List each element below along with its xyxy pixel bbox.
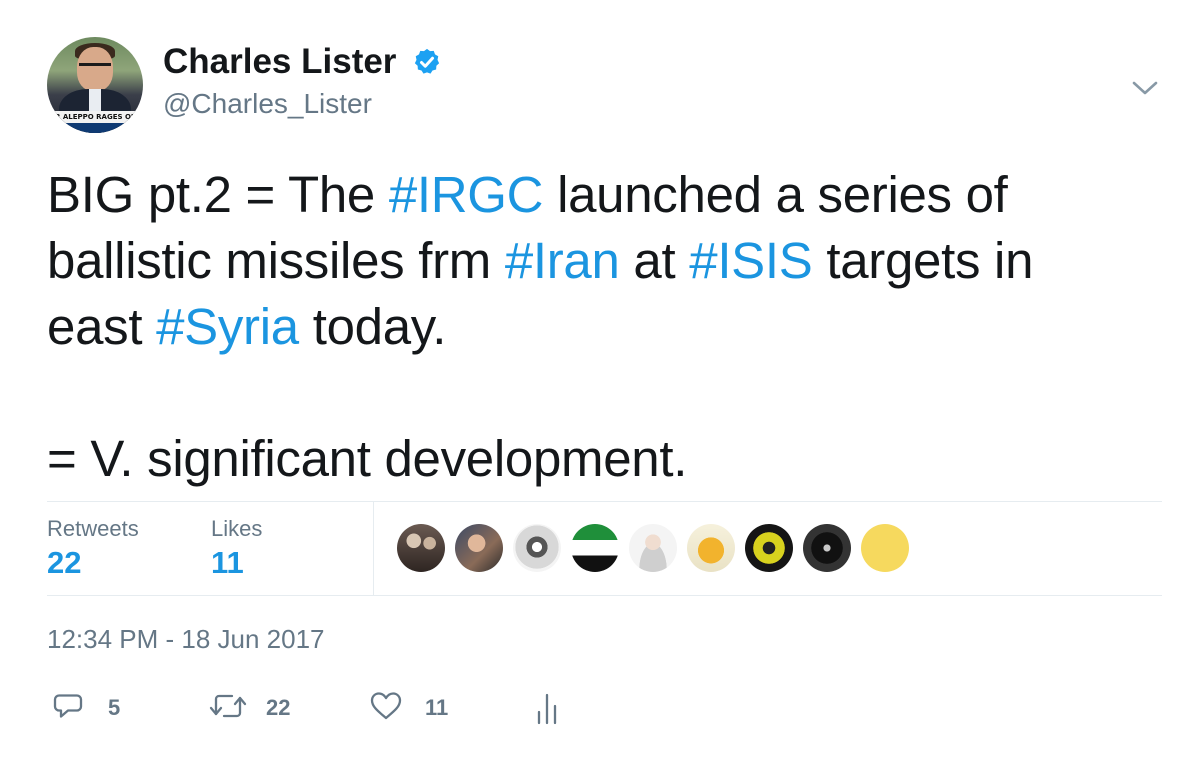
chevron-down-icon[interactable] — [1131, 78, 1159, 98]
tweet-text-segment: east — [47, 298, 157, 355]
liker-avatar-1[interactable] — [397, 524, 445, 572]
retweet-button[interactable]: 22 — [208, 690, 308, 726]
author-handle[interactable]: @Charles_Lister — [163, 86, 372, 122]
likes-stat[interactable]: Likes 11 — [211, 515, 262, 583]
stats-bottom-divider — [47, 595, 1162, 596]
retweets-label: Retweets — [47, 516, 139, 541]
stats-top-divider — [47, 501, 1162, 502]
liker-avatar-2[interactable] — [455, 524, 503, 572]
likes-label: Likes — [211, 516, 263, 541]
tweet-text-segment: ballistic missiles frm — [47, 232, 505, 289]
tweet-card: R ALEPPO RAGES ON Charles Lister @Charle… — [0, 0, 1200, 769]
tweet-line: = V. significant development. — [47, 426, 1167, 492]
liker-avatar-4[interactable] — [571, 524, 619, 572]
avatar-banner-text: R ALEPPO RAGES ON — [47, 111, 143, 123]
reply-button[interactable]: 5 — [52, 690, 132, 726]
author-display-name[interactable]: Charles Lister — [163, 40, 396, 84]
tweet-text-segment: at — [619, 232, 690, 289]
analytics-bars-icon — [537, 693, 557, 725]
tweet-text-segment: targets in — [812, 232, 1034, 289]
tweet-timestamp[interactable]: 12:34 PM - 18 Jun 2017 — [47, 622, 325, 656]
hashtag-link[interactable]: #IRGC — [389, 166, 544, 223]
tweet-text: BIG pt.2 = The #IRGC launched a series o… — [47, 162, 1167, 492]
liker-avatar-7[interactable] — [745, 524, 793, 572]
tweet-line: BIG pt.2 = The #IRGC launched a series o… — [47, 162, 1167, 228]
like-button[interactable]: 11 — [369, 690, 459, 726]
reply-bubble-icon — [53, 694, 83, 718]
liker-avatar-6[interactable] — [687, 524, 735, 572]
heart-icon — [370, 692, 402, 720]
analytics-button[interactable] — [536, 690, 560, 726]
likes-count: 11 — [211, 545, 244, 580]
like-count: 11 — [425, 695, 449, 720]
liker-avatar-5[interactable] — [629, 524, 677, 572]
liker-avatar-3[interactable] — [513, 524, 561, 572]
tweet-text-segment: launched a series of — [543, 166, 1008, 223]
author-avatar[interactable]: R ALEPPO RAGES ON — [47, 37, 143, 133]
tweet-text-segment: BIG pt.2 = The — [47, 166, 389, 223]
hashtag-link[interactable]: #ISIS — [689, 232, 813, 289]
tweet-line: ballistic missiles frm #Iran at #ISIS ta… — [47, 228, 1167, 294]
hashtag-link[interactable]: #Syria — [156, 298, 299, 355]
tweet-line: east #Syria today. — [47, 294, 1167, 360]
tweet-text-segment: = V. significant development. — [47, 430, 688, 487]
hashtag-link[interactable]: #Iran — [505, 232, 620, 289]
retweets-stat[interactable]: Retweets 22 — [47, 515, 139, 583]
tweet-text-segment: today. — [298, 298, 447, 355]
reply-count: 5 — [108, 695, 121, 720]
retweet-count: 22 — [266, 695, 291, 720]
retweet-icon — [209, 694, 247, 718]
verified-badge-icon — [414, 48, 440, 74]
liker-avatar-9[interactable] — [861, 524, 909, 572]
liker-avatar-8[interactable] — [803, 524, 851, 572]
stats-vertical-divider — [373, 502, 374, 595]
retweets-count: 22 — [47, 545, 82, 580]
